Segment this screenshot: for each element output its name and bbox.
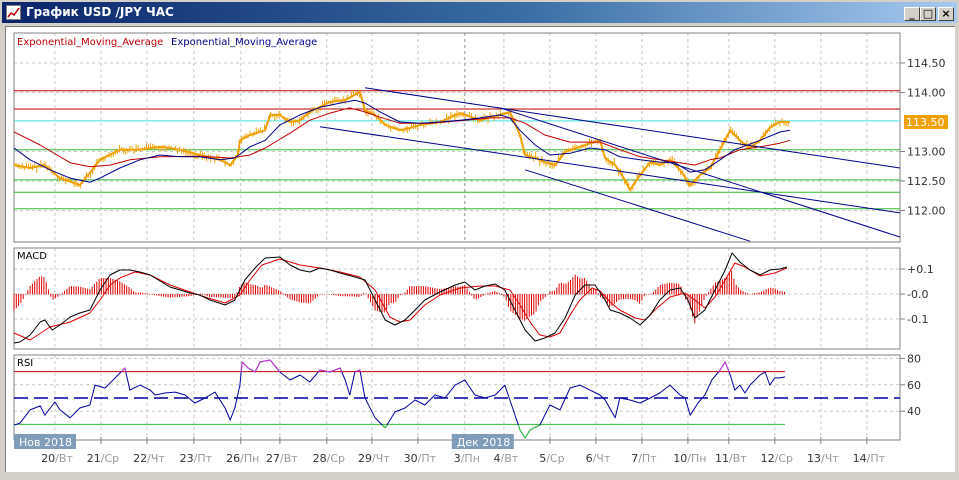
tick-weekday: Пт: [642, 452, 657, 465]
tick-date: 13: [807, 452, 821, 465]
macd-signal-line: [13, 258, 787, 341]
tick-date: 30: [404, 452, 418, 465]
tick-weekday: Ср: [104, 452, 119, 465]
macd-panel: [13, 252, 787, 344]
time-tick-label: 14/Пт: [853, 452, 886, 465]
tick-date: 27: [266, 452, 280, 465]
tick-weekday: Пт: [870, 452, 885, 465]
time-tick-label: 11/Вт: [715, 452, 747, 465]
tick-date: 29: [358, 452, 372, 465]
tick-weekday: Ср: [778, 452, 793, 465]
macd-label: MACD: [17, 251, 47, 262]
time-tick-label: 20/Вт: [41, 452, 73, 465]
time-tick-label: 5/Ср: [539, 452, 564, 465]
ema-slow-line: [14, 107, 791, 168]
tick-date: 11: [715, 452, 729, 465]
tick-weekday: Пн: [244, 452, 259, 465]
tick-date: 22: [133, 452, 147, 465]
price-axis-tick-label: 114.50: [907, 57, 946, 70]
time-tick-label: 27/Вт: [266, 452, 298, 465]
tick-weekday: Чт: [151, 452, 166, 465]
time-tick-label: 21/Ср: [87, 452, 119, 465]
rsi-axis-tick-label: 60: [907, 379, 921, 392]
rsi-axis-tick-label: 40: [907, 405, 921, 418]
rsi-label: RSI: [17, 358, 33, 369]
time-tick-label: 22/Чт: [133, 452, 165, 465]
price-axis-tick-label: 113.00: [907, 146, 946, 159]
tick-date: 3: [454, 452, 461, 465]
month-label: Дек 2018: [457, 436, 511, 449]
tick-date: 12: [761, 452, 775, 465]
current-price-label: 113.50: [906, 116, 945, 129]
tick-weekday: Пн: [464, 452, 479, 465]
time-tick-label: 23/Пт: [180, 452, 213, 465]
tick-weekday: Вт: [284, 452, 299, 465]
tick-date: 4: [494, 452, 501, 465]
tick-date: 10: [673, 452, 687, 465]
tick-date: 26: [226, 452, 240, 465]
chart-canvas[interactable]: 114.50 114.00 113.00 112.50 112.00 +0.1 -0.0 -0…: [0, 0, 959, 480]
tick-weekday: Ср: [550, 452, 565, 465]
trend-line: [500, 107, 900, 238]
macd-line: [13, 252, 787, 344]
macd-axis-tick-label: -0.1: [907, 313, 928, 326]
time-tick-label: 6/Чт: [586, 452, 611, 465]
macd-axis-tick-label: +0.1: [907, 263, 934, 276]
tick-weekday: Вт: [504, 452, 519, 465]
tick-weekday: Пн: [691, 452, 706, 465]
trend-line: [364, 87, 900, 169]
tick-weekday: Пт: [197, 452, 212, 465]
price-line: [14, 90, 790, 191]
price-panel: [14, 87, 900, 242]
tick-date: 5: [539, 452, 546, 465]
tick-date: 6: [586, 452, 593, 465]
time-tick-label: 30/Пт: [404, 452, 437, 465]
tick-weekday: Ср: [330, 452, 345, 465]
time-tick-label: 13/Чт: [807, 452, 839, 465]
tick-date: 28: [313, 452, 327, 465]
trend-line: [319, 126, 900, 214]
price-axis-tick-label: 112.00: [907, 205, 946, 218]
price-axis-tick-label: 114.00: [907, 87, 946, 100]
legend-ema-slow: Exponential_Moving_Average: [17, 37, 163, 48]
time-tick-label: 26/Пн: [226, 452, 259, 465]
time-tick-label: 29/Чт: [358, 452, 390, 465]
tick-date: 14: [853, 452, 867, 465]
price-axis-tick-label: 112.50: [907, 175, 946, 188]
grid-lines: [14, 33, 900, 440]
tick-weekday: Пт: [421, 452, 436, 465]
tick-weekday: Чт: [376, 452, 391, 465]
tick-weekday: Чт: [825, 452, 840, 465]
time-tick-label: 10/Пн: [673, 452, 706, 465]
tick-date: 20: [41, 452, 55, 465]
legend-ema-fast: Exponential_Moving_Average: [171, 37, 317, 48]
time-tick-label: 12/Ср: [761, 452, 793, 465]
tick-date: 7: [631, 452, 638, 465]
time-tick-label: 3/Пн: [454, 452, 480, 465]
month-label: Нов 2018: [19, 436, 72, 449]
ema-fast-line: [14, 99, 791, 183]
tick-weekday: Вт: [59, 452, 74, 465]
time-tick-label: 7/Пт: [631, 452, 657, 465]
tick-date: 21: [87, 452, 101, 465]
tick-date: 23: [180, 452, 194, 465]
tick-weekday: Вт: [733, 452, 748, 465]
macd-axis-tick-label: -0.0: [907, 288, 928, 301]
tick-weekday: Чт: [596, 452, 611, 465]
time-tick-label: 28/Ср: [313, 452, 345, 465]
time-tick-label: 4/Вт: [494, 452, 519, 465]
rsi-axis-tick-label: 80: [907, 352, 921, 365]
